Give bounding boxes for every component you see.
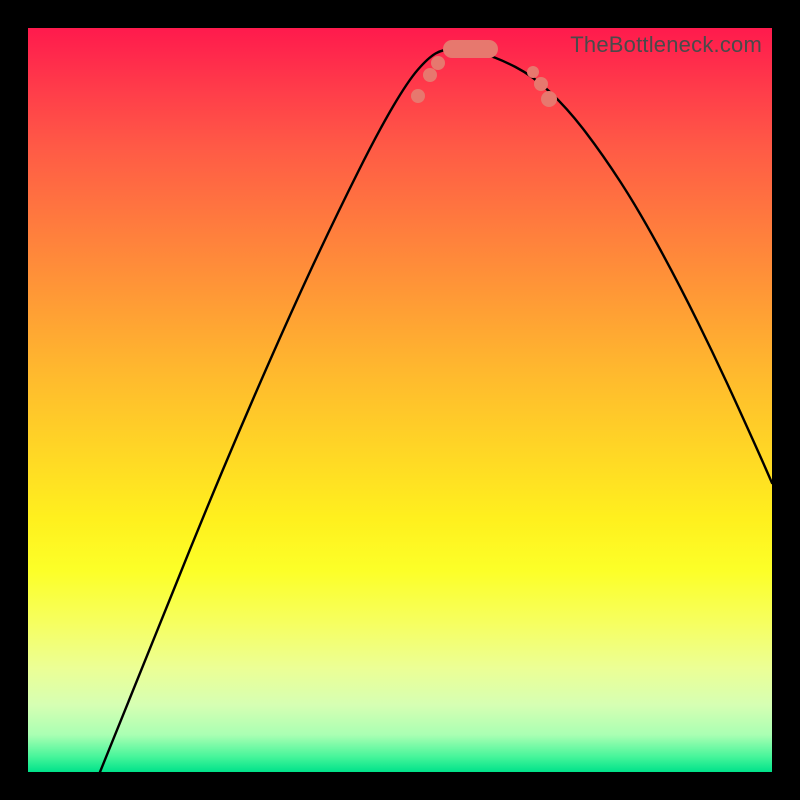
chart-plot-area: TheBottleneck.com [28, 28, 772, 772]
curve-marker [534, 77, 548, 91]
curve-marker [431, 56, 445, 70]
bottleneck-curve [100, 49, 772, 772]
curve-svg [28, 28, 772, 772]
chart-frame: TheBottleneck.com [0, 0, 800, 800]
valley-highlight [443, 40, 498, 58]
curve-markers [411, 56, 557, 107]
curve-marker [527, 66, 539, 78]
curve-marker [411, 89, 425, 103]
curve-marker [423, 68, 437, 82]
curve-marker [541, 91, 557, 107]
